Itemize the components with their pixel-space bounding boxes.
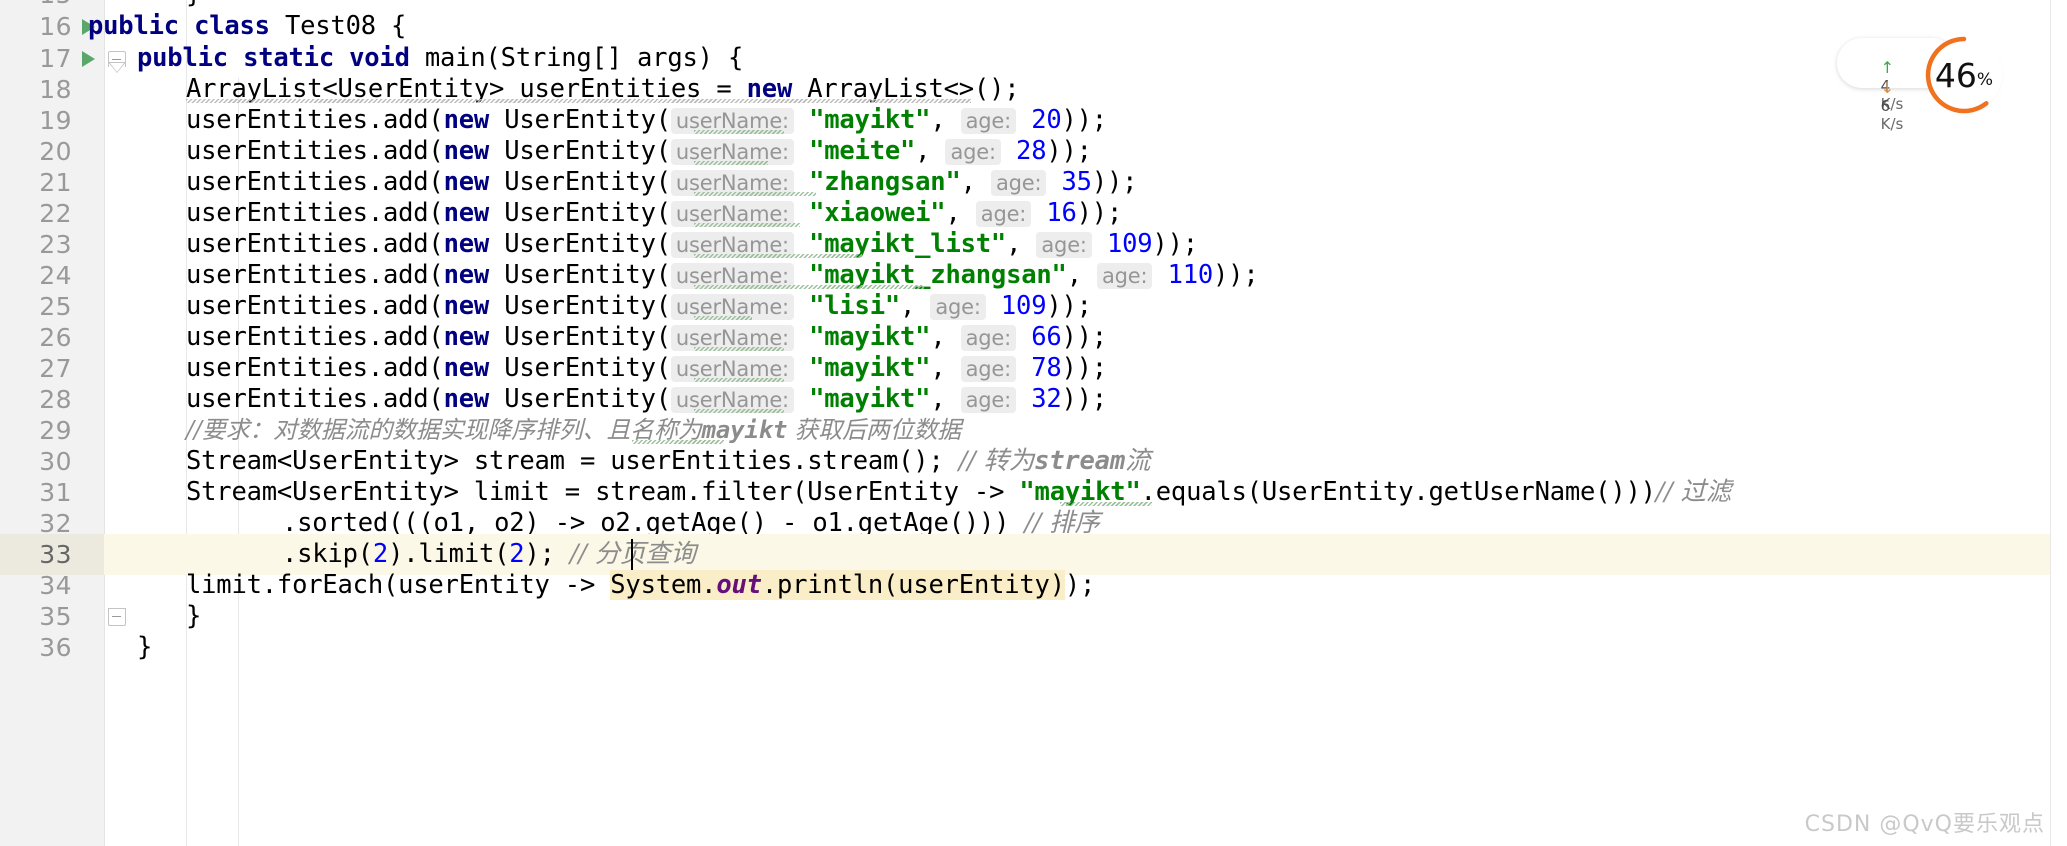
system-monitor-widget[interactable]: ↑ 4 K/s ↓ 6 K/s 46% xyxy=(1837,34,2005,133)
gauge-value: 46 xyxy=(1934,55,1977,95)
download-value: 6 xyxy=(1880,97,1891,115)
run-gutter-icon[interactable] xyxy=(82,50,95,67)
download-speed-row: ↓ 6 K/s xyxy=(1852,60,1904,151)
fold-icon[interactable] xyxy=(108,607,126,626)
cpu-usage-gauge[interactable]: 46% xyxy=(1923,34,2005,116)
gauge-suffix: % xyxy=(1976,69,1994,90)
csdn-watermark: CSDN @QvQ要乐观点 xyxy=(1804,812,2045,837)
code-line-36[interactable]: 36 } xyxy=(0,627,2067,668)
arrow-down-icon: ↓ xyxy=(1880,78,1895,97)
code-editor[interactable]: 15 } 16 public class Test08 { 17 public … xyxy=(0,0,2067,846)
editor-scrollbar-track[interactable] xyxy=(2050,0,2067,846)
gauge-label: 46% xyxy=(1923,34,2005,116)
code-text: } xyxy=(137,632,153,662)
line-number: 36 xyxy=(39,633,72,662)
download-unit: K/s xyxy=(1880,115,1904,133)
